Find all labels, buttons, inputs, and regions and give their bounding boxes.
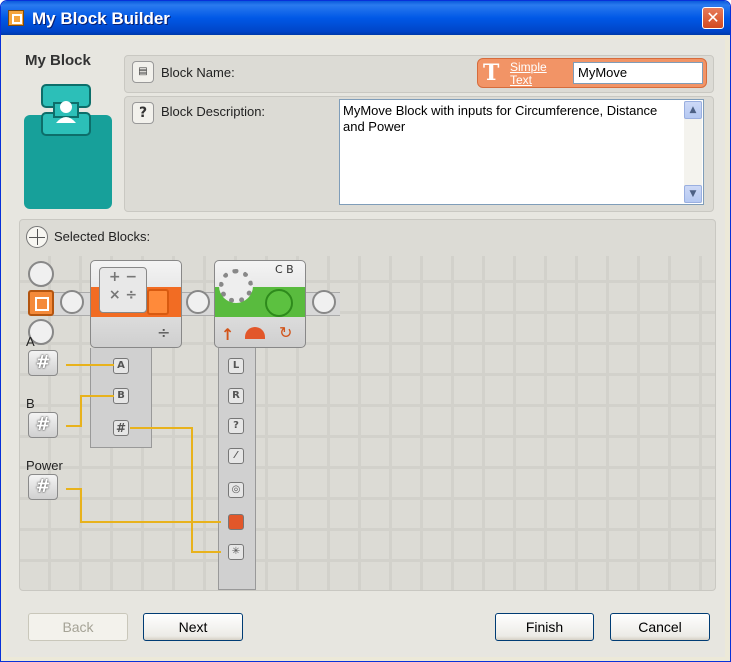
gears-icon: [219, 269, 253, 303]
math-block[interactable]: + − × ÷ ÷: [90, 260, 182, 348]
wire-result-h: [130, 427, 192, 429]
move-port-duration[interactable]: ✳: [228, 544, 244, 560]
next-button[interactable]: Next: [143, 613, 243, 641]
scroll-down-icon[interactable]: ▼: [684, 185, 702, 203]
move-port-direction[interactable]: ⁄: [228, 448, 244, 464]
rotation-icon: ↻: [279, 323, 293, 342]
block-description-textarea[interactable]: MyMove Block with inputs for Circumferen…: [339, 99, 704, 205]
back-button[interactable]: Back: [28, 613, 128, 641]
cancel-button[interactable]: Cancel: [610, 613, 710, 641]
power-meter-icon: [245, 327, 265, 339]
wire-b-h2: [80, 395, 114, 397]
window-title: My Block Builder: [32, 9, 170, 28]
title-bar[interactable]: My Block Builder ✕: [1, 1, 730, 35]
divide-symbol: ÷: [157, 323, 171, 342]
input-power-number-block[interactable]: #: [28, 474, 58, 500]
app-icon: [8, 10, 24, 26]
math-port-a[interactable]: A: [113, 358, 129, 374]
move-block[interactable]: C B ↑ ↻: [214, 260, 306, 348]
wire-result-h2: [191, 551, 221, 553]
input-label-power: Power: [26, 458, 63, 473]
wire-a: [66, 364, 114, 366]
move-port-letters: C B: [275, 263, 294, 276]
move-port-left[interactable]: L: [228, 358, 244, 374]
move-port-power[interactable]: [228, 514, 244, 530]
block-name-label: Block Name:: [161, 65, 235, 80]
beam-joint-1: [60, 290, 84, 314]
dialog-content: My Block ▤ Block Name: T Simple Text MyM…: [6, 39, 725, 657]
block-description-label: Block Description:: [161, 104, 266, 119]
my-block-builder-window: My Block Builder ✕ My Block ▤ Block Name…: [0, 0, 731, 662]
my-block-icon: [41, 84, 91, 136]
start-block-icon[interactable]: [28, 290, 54, 316]
my-block-label: My Block: [25, 52, 91, 69]
wire-power-v: [80, 488, 82, 523]
input-label-a: A: [26, 334, 35, 349]
move-motor-circle: [265, 289, 293, 317]
move-port-steering[interactable]: ◎: [228, 482, 244, 498]
math-port-result[interactable]: #: [113, 420, 129, 436]
wire-power-h2: [80, 521, 221, 523]
math-plug-shape: [147, 289, 169, 315]
math-calculator-icon: + − × ÷: [99, 267, 147, 313]
scroll-up-icon[interactable]: ▲: [684, 101, 702, 119]
finish-button[interactable]: Finish: [495, 613, 594, 641]
start-circle-top: [28, 261, 54, 287]
beam-joint-3: [312, 290, 336, 314]
help-question-icon: ?: [132, 102, 154, 124]
input-a-number-block[interactable]: #: [28, 350, 58, 376]
input-label-b: B: [26, 396, 35, 411]
wire-power-h: [66, 488, 82, 490]
beam-joint-2: [186, 290, 210, 314]
wire-result-v: [191, 427, 193, 553]
simple-text-link[interactable]: Simple Text: [510, 61, 560, 87]
move-port-right[interactable]: R: [228, 388, 244, 404]
math-port-b[interactable]: B: [113, 388, 129, 404]
text-t-icon: T: [483, 60, 500, 86]
crosshair-icon: [26, 226, 48, 248]
close-button[interactable]: ✕: [702, 7, 724, 29]
wire-b-h: [66, 425, 80, 427]
move-port-other[interactable]: ?: [228, 418, 244, 434]
block-name-input[interactable]: MyMove: [573, 62, 703, 84]
wire-b-v: [80, 395, 82, 427]
input-b-number-block[interactable]: #: [28, 412, 58, 438]
selected-blocks-label: Selected Blocks:: [54, 229, 151, 244]
direction-arrow-icon: ↑: [221, 325, 235, 344]
selected-blocks-panel: Selected Blocks: + − × ÷ ÷ A B # C B ↑ ↻…: [19, 219, 716, 591]
description-scrollbar[interactable]: ▲ ▼: [684, 101, 702, 203]
name-tag-icon: ▤: [132, 61, 154, 83]
description-text: MyMove Block with inputs for Circumferen…: [343, 103, 658, 134]
